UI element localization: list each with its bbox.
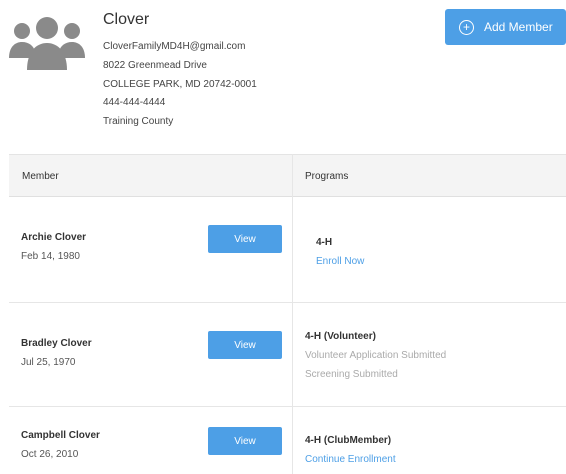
view-button[interactable]: View bbox=[208, 427, 282, 455]
family-county: Training County bbox=[103, 116, 174, 127]
view-button[interactable]: View bbox=[208, 225, 282, 253]
family-name: Clover bbox=[103, 11, 150, 28]
program-name: 4-H (ClubMember) bbox=[305, 435, 392, 446]
program-status: Screening Submitted bbox=[305, 369, 398, 380]
add-member-button[interactable]: + Add Member bbox=[445, 9, 566, 45]
family-phone: 444-444-4444 bbox=[103, 97, 166, 108]
family-group-icon bbox=[9, 17, 85, 70]
column-divider bbox=[292, 154, 293, 474]
family-street: 8022 Greenmead Drive bbox=[103, 60, 207, 71]
plus-circle-icon: + bbox=[459, 19, 474, 35]
table-row: Archie Clover Feb 14, 1980 View 4-H Enro… bbox=[9, 197, 566, 303]
members-table: Member Programs Archie Clover Feb 14, 19… bbox=[9, 154, 566, 474]
enroll-now-link[interactable]: Enroll Now bbox=[316, 256, 364, 267]
table-row: Bradley Clover Jul 25, 1970 View 4-H (Vo… bbox=[9, 303, 566, 407]
view-button[interactable]: View bbox=[208, 331, 282, 359]
continue-enrollment-link[interactable]: Continue Enrollment bbox=[305, 454, 396, 465]
member-dob: Feb 14, 1980 bbox=[21, 251, 80, 262]
add-member-label: Add Member bbox=[484, 20, 553, 34]
program-name: 4-H (Volunteer) bbox=[305, 331, 376, 342]
program-name: 4-H bbox=[316, 237, 333, 248]
member-dob: Oct 26, 2010 bbox=[21, 449, 79, 460]
member-dob: Jul 25, 1970 bbox=[21, 357, 76, 368]
member-name: Campbell Clover bbox=[21, 430, 100, 441]
table-header: Member Programs bbox=[9, 154, 566, 197]
member-name: Archie Clover bbox=[21, 232, 87, 243]
header-programs: Programs bbox=[305, 171, 349, 182]
header-member: Member bbox=[22, 171, 59, 182]
family-email: CloverFamilyMD4H@gmail.com bbox=[103, 41, 246, 52]
program-status: Volunteer Application Submitted bbox=[305, 350, 447, 361]
table-row: Campbell Clover Oct 26, 2010 View 4-H (C… bbox=[9, 407, 566, 474]
member-name: Bradley Clover bbox=[21, 338, 92, 349]
family-city-line: COLLEGE PARK, MD 20742-0001 bbox=[103, 79, 257, 90]
